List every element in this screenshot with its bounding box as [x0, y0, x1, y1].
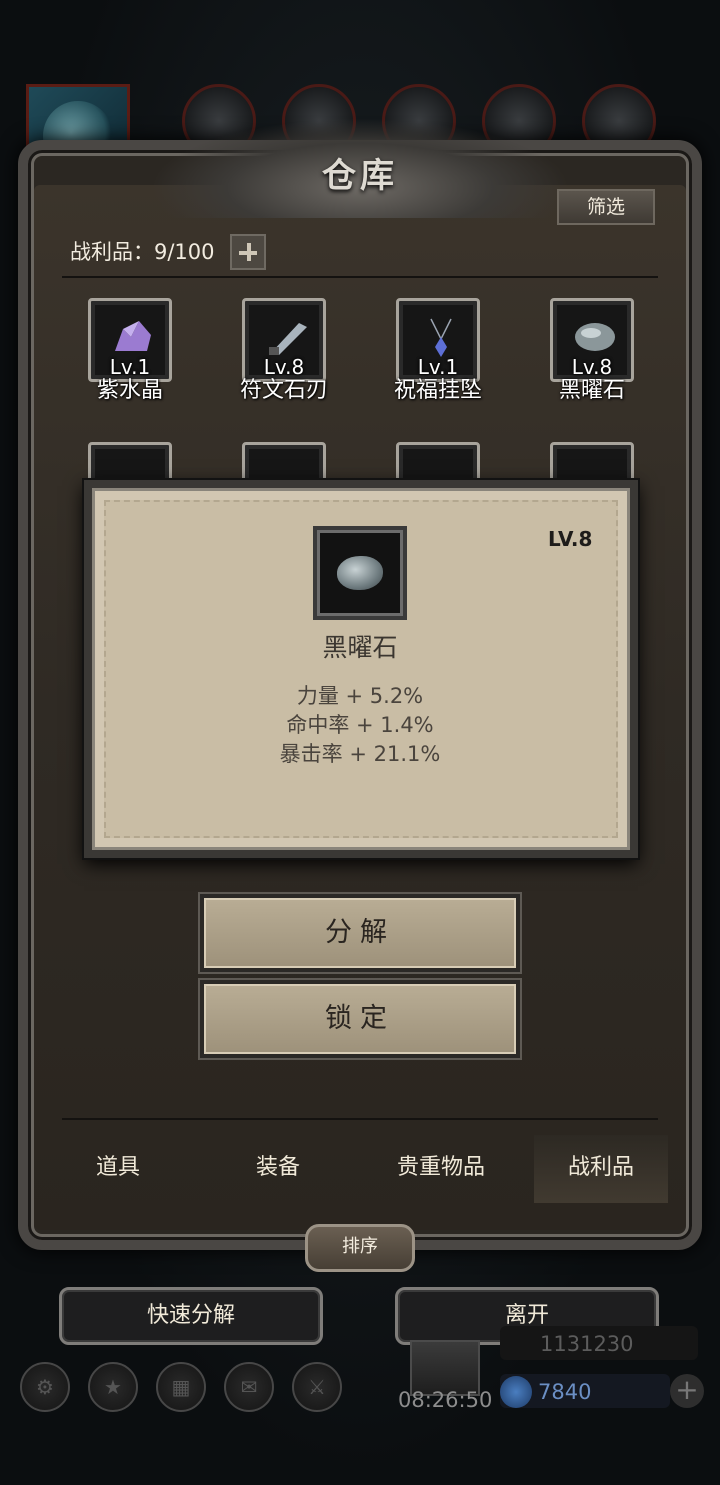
item-slot-rune-blade[interactable]: Lv.8: [242, 298, 326, 382]
tab-valuables[interactable]: 贵重物品: [368, 1135, 514, 1203]
tab-loot[interactable]: 战利品: [534, 1135, 668, 1203]
stat-crit: 暴击率 + 21.1%: [279, 742, 441, 766]
divider: [62, 1118, 658, 1120]
divider: [62, 276, 658, 278]
amethyst-icon: [115, 321, 151, 351]
rune-blade-icon: [269, 323, 307, 355]
gem-amount: 7840: [538, 1380, 592, 1404]
item-slot-pendant[interactable]: Lv.1: [396, 298, 480, 382]
loot-capacity: 战利品：9/100: [70, 240, 215, 264]
achievement-icon[interactable]: ★: [88, 1362, 138, 1412]
battle-icon[interactable]: ⚔: [292, 1362, 342, 1412]
obsidian-icon: [313, 526, 407, 620]
tab-items[interactable]: 道具: [48, 1135, 188, 1203]
item-name: 紫水晶: [96, 378, 163, 403]
mail-icon[interactable]: ✉: [224, 1362, 274, 1412]
bag-icon[interactable]: ▦: [156, 1362, 206, 1412]
decompose-button[interactable]: 分解: [200, 894, 520, 972]
item-name: 祝福挂坠: [393, 378, 482, 403]
chest-timer: 08:26:50: [398, 1388, 493, 1412]
detail-level: LV.8: [548, 527, 593, 551]
item-name: 黑曜石: [558, 378, 625, 403]
detail-item-name: 黑曜石: [322, 633, 398, 662]
stone-graphic: [337, 556, 383, 590]
gold-amount: 1131230: [540, 1332, 634, 1356]
add-gems-icon[interactable]: +: [670, 1374, 704, 1408]
expand-capacity-button[interactable]: [230, 234, 266, 270]
item-slot-amethyst[interactable]: Lv.1: [88, 298, 172, 382]
lock-button[interactable]: 锁定: [200, 980, 520, 1058]
item-slot-obsidian[interactable]: Lv.8: [550, 298, 634, 382]
quick-decompose-button[interactable]: 快速分解: [59, 1287, 323, 1345]
pendant-icon: [430, 318, 452, 357]
gem-currency-icon: [500, 1376, 532, 1408]
item-name: 符文石刃: [239, 378, 328, 403]
obsidian-icon: [575, 323, 615, 351]
settings-icon[interactable]: ⚙: [20, 1362, 70, 1412]
stat-strength: 力量 + 5.2%: [296, 684, 424, 708]
tab-equipment[interactable]: 装备: [208, 1135, 348, 1203]
sort-button[interactable]: 排序: [305, 1224, 415, 1272]
filter-button[interactable]: 筛选: [557, 189, 655, 225]
stat-accuracy: 命中率 + 1.4%: [286, 713, 434, 737]
